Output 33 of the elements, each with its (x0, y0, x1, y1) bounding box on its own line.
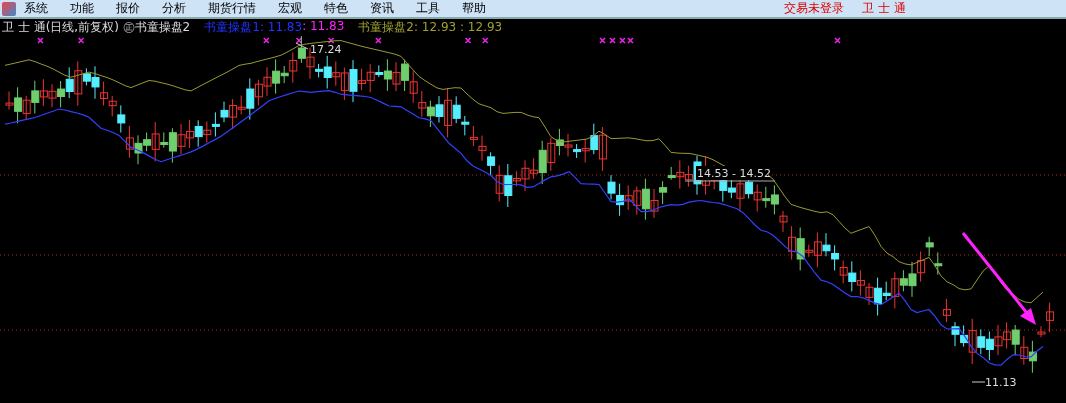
leader-line (295, 42, 309, 50)
menu-item[interactable]: 宏观 (278, 0, 302, 17)
cross-marker-icon (482, 37, 489, 44)
cross-marker-icon (295, 37, 303, 44)
login-status: 交易未登录 (784, 0, 845, 17)
app-icon (2, 1, 16, 16)
menu-item[interactable]: 资讯 (370, 0, 394, 17)
leader-line (971, 381, 986, 383)
menu-item[interactable]: 分析 (162, 0, 186, 17)
indicator-value: 书童操盘1: 11.83 (204, 18, 303, 36)
menu-item[interactable]: 帮助 (462, 0, 486, 17)
high-price-label: 17.24 (310, 43, 342, 56)
cross-marker-icon (263, 37, 270, 44)
cross-marker-icon (37, 37, 44, 44)
menu-item[interactable]: 特色 (324, 0, 348, 17)
cross-marker-icon (375, 37, 382, 44)
cross-marker-icon (599, 37, 606, 44)
indicator-value: 书童操盘2: 12.93 : 12.93 (358, 18, 503, 36)
low-price-label: 11.13 (985, 376, 1017, 389)
cross-marker-icon (609, 37, 616, 44)
cross-marker-icon (464, 37, 472, 44)
indicator-value: : 11.83 (302, 18, 345, 35)
account-name: 卫 士 通 (862, 0, 906, 17)
cross-marker-icon (327, 37, 335, 44)
cross-marker-icon (834, 37, 841, 44)
cross-marker-icon (77, 37, 85, 44)
menu-item[interactable]: 报价 (116, 0, 140, 17)
menu-item[interactable]: 期货行情 (208, 0, 256, 17)
menu-item[interactable]: 工具 (416, 0, 440, 17)
menu-item[interactable]: 功能 (70, 0, 94, 17)
menu-item[interactable]: 系统 (24, 0, 48, 17)
chart-title: 卫 士 通(日线,前复权) ㊣书童操盘2 (2, 18, 191, 36)
price-range-label: 14.53 - 14.52 (697, 167, 771, 180)
